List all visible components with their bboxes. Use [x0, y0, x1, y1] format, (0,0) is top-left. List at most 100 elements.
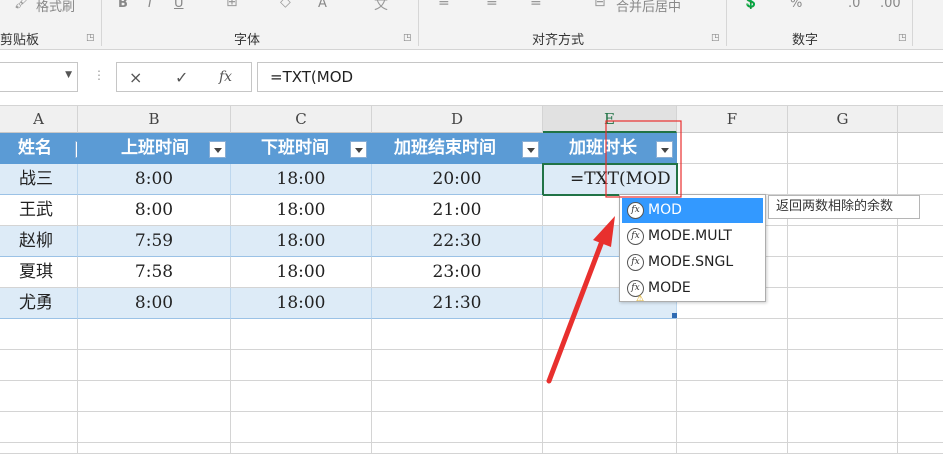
table-row-ot-end-cell[interactable]: 21:00 [372, 195, 543, 226]
cell[interactable] [677, 412, 788, 443]
cell[interactable] [898, 319, 943, 350]
cell[interactable] [788, 164, 898, 195]
format-painter-button[interactable]: 格式刷 [36, 0, 75, 15]
cell[interactable] [788, 381, 898, 412]
table-row-ot-end-cell[interactable]: 23:00 [372, 257, 543, 288]
cell[interactable] [898, 412, 943, 443]
cell[interactable] [0, 350, 78, 381]
cell[interactable] [543, 412, 677, 443]
cell[interactable] [543, 350, 677, 381]
underline-button[interactable]: U [174, 0, 184, 11]
cell[interactable] [0, 381, 78, 412]
cell[interactable] [78, 319, 231, 350]
cell[interactable] [78, 381, 231, 412]
table-header-cell[interactable]: 加班结束时间 [372, 133, 543, 164]
table-row-name-cell[interactable]: 尤勇 [0, 288, 78, 319]
column-header-d[interactable]: D [372, 106, 543, 133]
formula-input[interactable]: =TXT(MOD [257, 62, 943, 92]
cell[interactable] [78, 412, 231, 443]
phonetic-icon[interactable]: 文 [374, 0, 388, 14]
column-header-e[interactable]: E [543, 106, 677, 133]
filter-dropdown-icon[interactable] [656, 141, 673, 158]
column-header-b[interactable]: B [78, 106, 231, 133]
more-vertical-icon[interactable]: ⋮ [93, 68, 105, 82]
table-row-name-cell[interactable]: 赵柳 [0, 226, 78, 257]
autocomplete-item-mode-mult[interactable]: fx MODE.MULT [622, 224, 763, 249]
table-resize-handle[interactable] [672, 313, 677, 318]
table-row-ot-end-cell[interactable]: 22:30 [372, 226, 543, 257]
cell[interactable] [788, 226, 898, 257]
cell[interactable] [788, 257, 898, 288]
table-header-cell[interactable]: 下班时间 [231, 133, 372, 164]
table-row-start-cell[interactable]: 7:58 [78, 257, 231, 288]
table-row-name-cell[interactable]: 夏琪 [0, 257, 78, 288]
cell[interactable] [898, 288, 943, 319]
fill-color-icon[interactable]: ◇ [280, 0, 291, 10]
table-row-end-cell[interactable]: 18:00 [231, 257, 372, 288]
cell[interactable] [898, 381, 943, 412]
name-box[interactable]: ▼ [0, 62, 78, 92]
italic-button[interactable]: I [148, 0, 152, 11]
autocomplete-item-mode[interactable]: fx ⚠ MODE [622, 276, 763, 304]
cell[interactable] [677, 164, 788, 195]
bold-button[interactable]: B [118, 0, 128, 11]
cell[interactable] [788, 443, 898, 454]
table-row-name-cell[interactable]: 王武 [0, 195, 78, 226]
cell[interactable] [677, 350, 788, 381]
cell[interactable] [0, 412, 78, 443]
merge-center-button[interactable]: 合并后居中 [616, 0, 681, 15]
filter-dropdown-icon[interactable] [209, 141, 226, 158]
table-row-end-cell[interactable]: 18:00 [231, 226, 372, 257]
cell[interactable] [898, 164, 943, 195]
cell[interactable] [677, 319, 788, 350]
percent-button[interactable]: % [790, 0, 802, 11]
font-color-button[interactable]: A [318, 0, 327, 11]
align-right-icon[interactable]: ≡ [530, 0, 542, 10]
merge-center-icon[interactable]: ⊟ [594, 0, 606, 10]
table-header-cell[interactable]: 加班时长 [543, 133, 677, 164]
cell[interactable] [898, 226, 943, 257]
column-header-f[interactable]: F [677, 106, 788, 133]
alignment-launcher-icon[interactable]: ◳ [711, 33, 720, 43]
autocomplete-item-mode-sngl[interactable]: fx MODE.SNGL [622, 250, 763, 275]
cell[interactable] [372, 412, 543, 443]
cell[interactable] [788, 350, 898, 381]
table-row-start-cell[interactable]: 7:59 [78, 226, 231, 257]
cell[interactable] [372, 381, 543, 412]
cell[interactable] [788, 133, 898, 164]
cell[interactable] [0, 319, 78, 350]
table-row-end-cell[interactable]: 18:00 [231, 164, 372, 195]
cell[interactable] [898, 133, 943, 164]
table-row-ot-end-cell[interactable]: 20:00 [372, 164, 543, 195]
border-icon[interactable]: ⊞ [226, 0, 238, 10]
cell[interactable] [231, 381, 372, 412]
align-center-icon[interactable]: ≡ [486, 0, 498, 10]
table-row-end-cell[interactable]: 18:00 [231, 195, 372, 226]
cell[interactable] [231, 350, 372, 381]
column-header-c[interactable]: C [231, 106, 372, 133]
cell[interactable] [231, 319, 372, 350]
font-launcher-icon[interactable]: ◳ [403, 33, 412, 43]
column-header-a[interactable]: A [0, 106, 78, 133]
currency-icon[interactable]: 💲 [742, 0, 759, 10]
active-editing-cell[interactable]: =TXT(MOD [542, 163, 678, 196]
function-autocomplete-list[interactable]: fx MOD fx MODE.MULT fx MODE.SNGL fx ⚠ MO… [619, 194, 766, 304]
cell[interactable] [677, 133, 788, 164]
column-header-h[interactable] [898, 106, 943, 133]
cell[interactable] [788, 288, 898, 319]
number-launcher-icon[interactable]: ◳ [898, 33, 907, 43]
cell[interactable] [898, 443, 943, 454]
table-row-end-cell[interactable]: 18:00 [231, 288, 372, 319]
table-row-ot-end-cell[interactable]: 21:30 [372, 288, 543, 319]
cell[interactable] [543, 381, 677, 412]
filter-dropdown-icon[interactable] [522, 141, 539, 158]
insert-function-icon[interactable]: fx [219, 69, 232, 85]
align-left-icon[interactable]: ≡ [438, 0, 450, 10]
table-row-start-cell[interactable]: 8:00 [78, 288, 231, 319]
clipboard-launcher-icon[interactable]: ◳ [86, 33, 95, 43]
cell[interactable] [898, 350, 943, 381]
cell[interactable] [677, 381, 788, 412]
cell[interactable] [372, 350, 543, 381]
chevron-down-icon[interactable]: ▼ [65, 70, 72, 80]
cell[interactable] [0, 443, 78, 454]
